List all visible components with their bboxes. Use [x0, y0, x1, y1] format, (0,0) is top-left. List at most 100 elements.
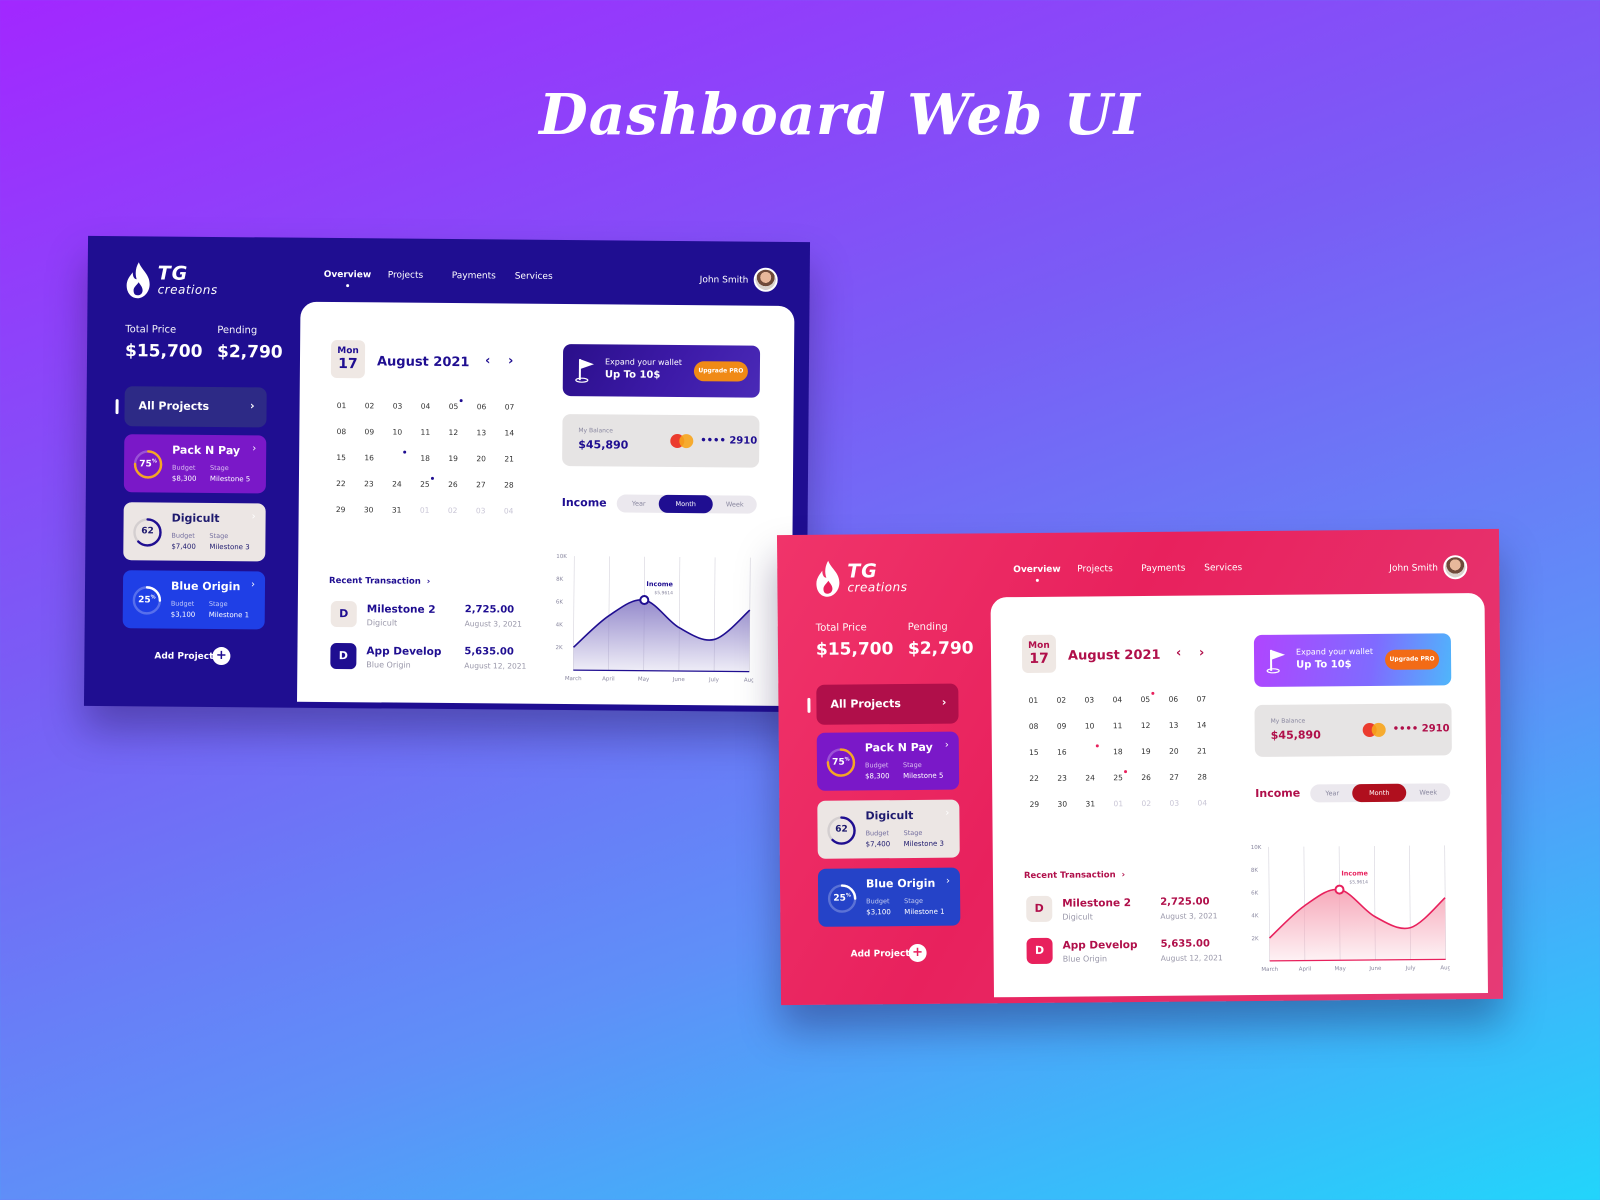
calendar-day-cell[interactable]: 05: [440, 399, 468, 415]
brand-logo[interactable]: TG creations: [813, 556, 933, 605]
calendar-day-cell[interactable]: 30: [1048, 797, 1076, 813]
nav-services[interactable]: Services: [515, 272, 553, 282]
user-name[interactable]: John Smith: [1389, 563, 1438, 573]
calendar-day-cell[interactable]: 25: [411, 477, 439, 493]
calendar-day-cell[interactable]: 22: [1020, 771, 1048, 787]
user-name[interactable]: John Smith: [700, 275, 749, 285]
calendar-day-cell[interactable]: 08: [327, 424, 355, 440]
period-week[interactable]: Week: [713, 495, 757, 513]
nav-payments[interactable]: Payments: [452, 271, 496, 281]
project-card-pack-n-pay[interactable]: 75% Pack N Pay Budget $8,300 Stage Milesto…: [816, 731, 960, 791]
calendar-day-cell[interactable]: 23: [355, 476, 383, 492]
chart-point[interactable]: [1334, 884, 1345, 895]
calendar-day-cell[interactable]: 13: [467, 425, 495, 441]
calendar-day-cell[interactable]: 11: [411, 425, 439, 441]
calendar-day-cell[interactable]: 12: [439, 425, 467, 441]
all-projects-button[interactable]: All Projects ›: [816, 683, 959, 725]
calendar-day-cell[interactable]: 12: [1132, 718, 1160, 734]
add-project-label[interactable]: Add Project: [851, 949, 910, 960]
brand-logo[interactable]: TG creations: [123, 258, 243, 307]
calendar-day-cell[interactable]: 14: [1188, 717, 1216, 733]
calendar-day-cell[interactable]: 04: [412, 399, 440, 415]
chart-point[interactable]: [639, 595, 650, 606]
transaction-row[interactable]: D App Develop Blue Origin 5,635.00 Augus…: [330, 642, 530, 675]
project-card-blue-origin[interactable]: 25% Blue Origin Budget $3,100 Stage Milest…: [817, 867, 961, 927]
period-year[interactable]: Year: [617, 494, 661, 512]
period-month[interactable]: Month: [658, 494, 713, 514]
nav-overview[interactable]: Overview: [1013, 565, 1061, 575]
upgrade-pro-button[interactable]: Upgrade PRO: [1384, 649, 1440, 670]
calendar-day-cell[interactable]: 13: [1160, 718, 1188, 734]
nav-overview[interactable]: Overview: [324, 270, 372, 280]
calendar-day-cell[interactable]: 04: [1188, 795, 1216, 811]
calendar-day-cell[interactable]: 28: [1188, 769, 1216, 785]
calendar-day-cell[interactable]: 14: [495, 425, 523, 441]
calendar-day-cell[interactable]: 01: [1019, 693, 1047, 709]
project-card-digicult[interactable]: 62 Digicult Budget $7,400 Stage Milestone …: [817, 799, 960, 859]
calendar-day-cell[interactable]: 27: [1160, 770, 1188, 786]
calendar-day-cell[interactable]: 09: [1048, 719, 1076, 735]
calendar-day-cell[interactable]: 21: [1188, 743, 1216, 759]
calendar-day-cell[interactable]: 15: [327, 450, 355, 466]
calendar-day-cell[interactable]: 24: [1076, 770, 1104, 786]
calendar-day-cell[interactable]: 31: [1076, 796, 1104, 812]
calendar-day-cell[interactable]: 03: [467, 503, 495, 519]
add-project-button[interactable]: +: [212, 646, 231, 666]
calendar-day-cell[interactable]: 20: [467, 451, 495, 467]
add-project-button[interactable]: +: [908, 943, 927, 963]
upgrade-pro-button[interactable]: Upgrade PRO: [693, 361, 748, 382]
calendar-day-cell[interactable]: 06: [1159, 692, 1187, 708]
chevron-left-icon[interactable]: ‹: [1176, 646, 1181, 661]
calendar-day-cell[interactable]: 22: [327, 476, 355, 492]
calendar-day-cell[interactable]: 03: [1160, 796, 1188, 812]
calendar-day-cell[interactable]: 02: [356, 398, 384, 414]
calendar-day-cell[interactable]: 26: [1132, 770, 1160, 786]
calendar-day-cell[interactable]: 21: [495, 451, 523, 467]
project-card-pack-n-pay[interactable]: 75% Pack N Pay Budget $8,300 Stage Milesto…: [123, 434, 267, 494]
chevron-right-icon[interactable]: ›: [508, 354, 513, 369]
calendar-day-cell[interactable]: 09: [355, 424, 383, 440]
calendar-day-cell[interactable]: 01: [328, 398, 356, 414]
calendar-day-cell[interactable]: 16: [1048, 745, 1076, 761]
calendar-day-cell[interactable]: 24: [383, 476, 411, 492]
calendar-day-cell[interactable]: 28: [495, 477, 523, 493]
period-week[interactable]: Week: [1406, 783, 1450, 801]
calendar-day-cell[interactable]: 10: [1076, 718, 1104, 734]
chevron-right-icon[interactable]: ›: [1199, 645, 1204, 660]
recent-transaction-link[interactable]: Recent Transaction ›: [329, 576, 430, 587]
calendar-day-cell[interactable]: 01: [1104, 796, 1132, 812]
add-project-label[interactable]: Add Project: [154, 651, 213, 662]
calendar-day-cell[interactable]: 16: [355, 450, 383, 466]
nav-services[interactable]: Services: [1204, 563, 1242, 573]
calendar-day-cell[interactable]: 18: [411, 451, 439, 467]
period-year[interactable]: Year: [1310, 784, 1354, 802]
transaction-row[interactable]: D Milestone 2 Digicult 2,725.00 August 3…: [330, 600, 531, 633]
calendar-day-cell[interactable]: 03: [384, 398, 412, 414]
calendar-day-cell[interactable]: 29: [1020, 797, 1048, 813]
calendar-day-cell[interactable]: 18: [1104, 744, 1132, 760]
calendar-day-cell[interactable]: 04: [495, 503, 523, 519]
calendar-day-cell[interactable]: 17: [1076, 744, 1104, 760]
calendar-day-cell[interactable]: 01: [411, 503, 439, 519]
calendar-day-cell[interactable]: 11: [1104, 718, 1132, 734]
calendar-day-cell[interactable]: 15: [1020, 745, 1048, 761]
calendar-day-cell[interactable]: 08: [1020, 719, 1048, 735]
period-month[interactable]: Month: [1352, 783, 1407, 803]
recent-transaction-link[interactable]: Recent Transaction ›: [1024, 870, 1125, 881]
calendar-day-cell[interactable]: 06: [468, 399, 496, 415]
calendar-day-cell[interactable]: 25: [1104, 770, 1132, 786]
calendar-day-cell[interactable]: 27: [467, 477, 495, 493]
calendar-day-cell[interactable]: 19: [1132, 744, 1160, 760]
nav-projects[interactable]: Projects: [1077, 564, 1113, 574]
calendar-day-cell[interactable]: 23: [1048, 771, 1076, 787]
project-card-digicult[interactable]: 62 Digicult Budget $7,400 Stage Milestone …: [123, 502, 266, 562]
calendar-day-cell[interactable]: 02: [1047, 693, 1075, 709]
calendar-day-cell[interactable]: 03: [1075, 692, 1103, 708]
calendar-day-cell[interactable]: 26: [439, 477, 467, 493]
calendar-day-cell[interactable]: 04: [1103, 692, 1131, 708]
calendar-day-cell[interactable]: 02: [439, 503, 467, 519]
avatar[interactable]: [753, 267, 778, 292]
calendar-day-cell[interactable]: 31: [383, 502, 411, 518]
all-projects-button[interactable]: All Projects ›: [124, 386, 267, 428]
calendar-day-cell[interactable]: 30: [355, 502, 383, 518]
